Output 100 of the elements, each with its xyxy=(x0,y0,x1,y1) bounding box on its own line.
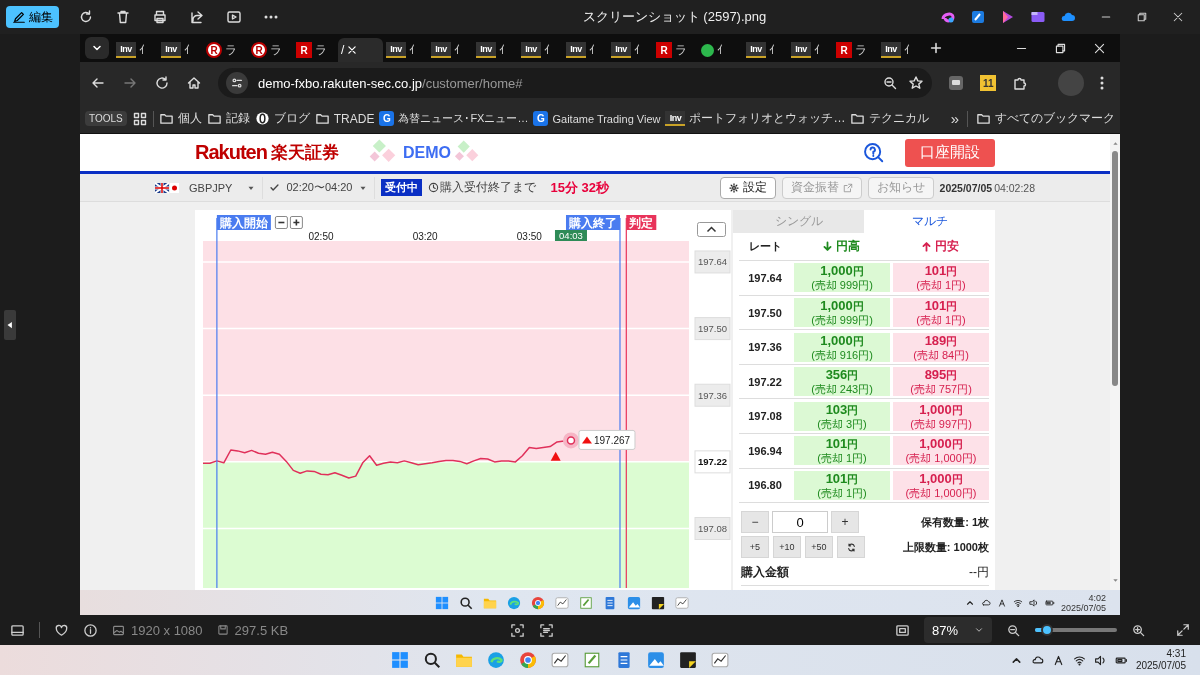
price-button[interactable]: 1,000円 (売却 916円) xyxy=(794,332,890,362)
folder-app-icon[interactable] xyxy=(1030,9,1046,25)
restore-icon[interactable] xyxy=(1054,41,1067,55)
browser-tab[interactable]: Inv ｲ xyxy=(608,38,653,62)
price-button[interactable]: 101円 (売却 1円) xyxy=(794,470,890,500)
price-button[interactable]: 1,000円 (売却 1,000円) xyxy=(893,436,989,466)
filmstrip-icon[interactable] xyxy=(10,622,25,638)
round-browser-icon[interactable] xyxy=(518,651,537,669)
bookmark-link[interactable]: ブログ xyxy=(273,110,310,127)
bookmark-link[interactable]: 記録 xyxy=(225,110,250,127)
battery-icon[interactable] xyxy=(1044,597,1055,608)
search-icon[interactable] xyxy=(422,651,441,669)
restore-icon[interactable] xyxy=(1136,11,1148,23)
browser-tab[interactable]: R ラ xyxy=(248,38,293,62)
ring-logo-icon[interactable] xyxy=(254,111,270,126)
zoom-out-icon[interactable] xyxy=(1006,622,1021,638)
folder-icon[interactable] xyxy=(314,111,330,126)
folder-icon[interactable] xyxy=(206,111,222,126)
print-icon[interactable] xyxy=(151,9,168,25)
bookmark-link[interactable]: テクニカル xyxy=(869,110,930,127)
price-button[interactable]: 101円 (売却 1円) xyxy=(893,298,989,328)
zoom-in-button[interactable] xyxy=(289,216,303,229)
new-tab-icon[interactable] xyxy=(929,41,943,55)
bookmark-link[interactable]: TRADE xyxy=(333,111,375,126)
bookmark-link[interactable]: Gaitame Trading View xyxy=(552,112,661,125)
open-account-button[interactable]: 口座開設 xyxy=(905,138,995,167)
text-scan-icon[interactable] xyxy=(538,622,554,638)
speaker-icon[interactable] xyxy=(1093,653,1107,667)
search-icon[interactable] xyxy=(459,595,474,610)
currency-pair[interactable]: GBPJPY xyxy=(189,181,233,194)
pen-app-icon[interactable] xyxy=(970,9,986,25)
close-icon[interactable] xyxy=(1172,11,1184,23)
share-icon[interactable] xyxy=(188,9,205,25)
step-button[interactable]: +5 xyxy=(741,536,769,559)
sticky-note-icon[interactable] xyxy=(678,651,697,669)
windows-logo-icon[interactable] xyxy=(435,595,450,610)
zoom-dropdown[interactable]: 87% xyxy=(924,617,992,643)
home-icon[interactable] xyxy=(186,75,202,91)
browser-tab[interactable]: R ラ xyxy=(653,38,698,62)
browser-tab[interactable]: ｲ xyxy=(698,38,743,62)
info-icon[interactable] xyxy=(83,622,98,638)
pen-note-icon[interactable] xyxy=(582,651,601,669)
calendar-extension-icon[interactable]: 11 xyxy=(980,75,997,91)
decrease-button[interactable]: − xyxy=(741,511,769,534)
bookmark-link[interactable]: すべてのブックマーク xyxy=(995,110,1115,127)
network-icon[interactable] xyxy=(980,597,991,608)
browser-tab[interactable]: Inv ｲ xyxy=(788,38,833,62)
network-icon[interactable] xyxy=(1030,653,1044,667)
pen-note-icon[interactable] xyxy=(579,595,594,610)
visual-search-icon[interactable] xyxy=(509,622,525,638)
wifi-icon[interactable] xyxy=(1072,653,1086,667)
folder-icon[interactable] xyxy=(158,111,174,126)
wifi-icon[interactable] xyxy=(1012,597,1023,608)
reload-icon[interactable] xyxy=(154,75,170,91)
chart-app-icon[interactable] xyxy=(555,595,570,610)
input-method-icon[interactable] xyxy=(996,597,1007,608)
browser-tab[interactable]: R ラ xyxy=(833,38,878,62)
edit-button[interactable]: 編集 xyxy=(6,6,59,28)
extensions-icon[interactable] xyxy=(1012,75,1029,91)
folder-icon[interactable] xyxy=(850,111,866,126)
browser-tab[interactable]: Inv ｲ xyxy=(383,38,428,62)
slider-thumb[interactable] xyxy=(1041,624,1054,636)
browser-tab[interactable]: Inv ｲ xyxy=(563,38,608,62)
delete-icon[interactable] xyxy=(114,9,131,25)
site-settings-icon[interactable] xyxy=(230,76,244,90)
full-screen-icon[interactable] xyxy=(1176,623,1190,637)
price-button[interactable]: 1,000円 (売却 999円) xyxy=(794,263,890,293)
price-button[interactable]: 1,000円 (売却 1,000円) xyxy=(893,470,989,500)
step-button[interactable]: +10 xyxy=(773,536,801,559)
chart-app-icon[interactable] xyxy=(675,595,690,610)
photo-app-icon[interactable] xyxy=(627,595,642,610)
browser-tab[interactable]: R ラ xyxy=(203,38,248,62)
bookmark-star-icon[interactable] xyxy=(908,75,925,91)
windows-logo-icon[interactable] xyxy=(390,651,409,669)
browser-tab[interactable]: R ラ xyxy=(293,38,338,62)
increase-button[interactable]: + xyxy=(831,511,859,534)
folder-icon[interactable] xyxy=(976,111,991,126)
browser-tab[interactable]: Inv ｲ xyxy=(743,38,788,62)
bookmark-link[interactable]: 為替ニュース･FXニュー… xyxy=(398,111,529,126)
bookmark-link[interactable]: 個人 xyxy=(177,110,202,127)
chart-app-icon[interactable] xyxy=(710,651,729,669)
browser-tab[interactable]: Inv ｲ xyxy=(428,38,473,62)
price-button[interactable]: 101円 (売却 1円) xyxy=(893,263,989,293)
zoom-in-icon[interactable] xyxy=(1131,622,1146,638)
time-period[interactable]: 02:20〜04:20 xyxy=(286,180,353,195)
bookmark-link[interactable]: ポートフォリオとウォッチ… xyxy=(689,110,846,127)
address-bar[interactable]: demo-fxbo.rakuten-sec.co.jp/customer/home# xyxy=(218,68,933,98)
price-button[interactable]: 189円 (売却 84円) xyxy=(893,332,989,362)
price-button[interactable]: 1,000円 (売却 997円) xyxy=(893,401,989,431)
step-button[interactable]: +50 xyxy=(805,536,833,559)
favorite-icon[interactable] xyxy=(54,622,69,638)
fit-frame-icon[interactable] xyxy=(895,622,910,638)
photo-app-icon[interactable] xyxy=(646,651,665,669)
close-icon[interactable] xyxy=(1093,41,1106,55)
round-browser-icon[interactable] xyxy=(531,595,546,610)
price-button[interactable]: 101円 (売却 1円) xyxy=(794,436,890,466)
browser-tab[interactable]: Inv ｲ xyxy=(113,38,158,62)
chat-extension-icon[interactable] xyxy=(948,75,965,91)
price-button[interactable]: 103円 (売却 3円) xyxy=(794,401,890,431)
chart-app-icon[interactable] xyxy=(550,651,569,669)
